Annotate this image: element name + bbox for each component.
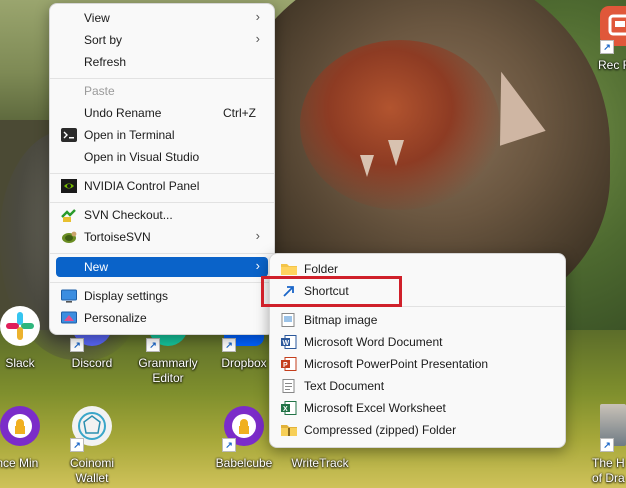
- desktop-icon-label: Rec R: [598, 58, 626, 72]
- menu-item-new[interactable]: New ›: [56, 257, 268, 277]
- desktop-icon-label: ance Min: [0, 456, 39, 470]
- svg-text:X: X: [283, 406, 288, 413]
- menu-item-label: Undo Rename: [84, 106, 162, 120]
- desktop-icon-label: The H of Dra: [592, 456, 625, 485]
- menu-item-open-in-visual-studio[interactable]: Open in Visual Studio: [56, 147, 268, 168]
- shortcut-arrow-icon: ↗: [70, 338, 84, 352]
- menu-item-sort-by[interactable]: Sort by ›: [56, 30, 268, 51]
- svn-checkout-icon: [61, 208, 77, 222]
- shortcut-arrow-icon: ↗: [600, 40, 614, 54]
- menu-separator: [50, 282, 274, 283]
- submenu-item-text-document[interactable]: Text Document: [276, 376, 559, 397]
- tortoisesvn-icon: [61, 230, 77, 244]
- menu-item-display-settings[interactable]: Display settings: [56, 286, 268, 307]
- zip-folder-icon: [281, 423, 297, 437]
- menu-item-label: Open in Visual Studio: [84, 150, 200, 164]
- chevron-right-icon: ›: [255, 258, 260, 273]
- chevron-right-icon: ›: [255, 31, 260, 46]
- wallpaper-tusk: [360, 155, 374, 177]
- menu-item-open-in-terminal[interactable]: Open in Terminal: [56, 125, 268, 146]
- submenu-item-label: Compressed (zipped) Folder: [304, 423, 457, 437]
- menu-item-undo-rename[interactable]: Undo Rename Ctrl+Z: [56, 103, 268, 124]
- menu-separator: [50, 173, 274, 174]
- menu-item-label: Refresh: [84, 55, 127, 69]
- slack-icon: [0, 306, 40, 346]
- menu-item-label: Paste: [84, 84, 115, 98]
- display-icon: [61, 289, 77, 303]
- balance-miner-icon: [0, 406, 40, 446]
- menu-item-shortcut: Ctrl+Z: [223, 106, 256, 120]
- chevron-right-icon: ›: [255, 228, 260, 243]
- shortcut-arrow-icon: ↗: [222, 338, 236, 352]
- menu-item-tortoisesvn[interactable]: TortoiseSVN ›: [56, 227, 268, 248]
- menu-item-label: SVN Checkout...: [84, 208, 173, 222]
- desktop-icon-label: Babelcube: [215, 456, 273, 470]
- submenu-item-excel-worksheet[interactable]: X Microsoft Excel Worksheet: [276, 398, 559, 419]
- submenu-item-label: Microsoft PowerPoint Presentation: [304, 357, 489, 371]
- shortcut-arrow-icon: ↗: [222, 438, 236, 452]
- terminal-icon: [61, 128, 77, 142]
- submenu-item-bitmap-image[interactable]: Bitmap image: [276, 310, 559, 331]
- word-icon: W: [281, 335, 297, 349]
- annotation-highlight-box: [261, 276, 402, 307]
- submenu-item-word-document[interactable]: W Microsoft Word Document: [276, 332, 559, 353]
- powerpoint-icon: P: [281, 357, 297, 371]
- shortcut-arrow-icon: ↗: [70, 438, 84, 452]
- shortcut-arrow-icon: ↗: [146, 338, 160, 352]
- submenu-item-label: Folder: [304, 262, 339, 276]
- svg-text:P: P: [283, 362, 288, 369]
- svg-text:W: W: [283, 340, 290, 347]
- menu-item-label: Open in Terminal: [84, 128, 175, 142]
- menu-separator: [50, 202, 274, 203]
- submenu-item-compressed-folder[interactable]: Compressed (zipped) Folder: [276, 420, 559, 441]
- excel-icon: X: [281, 401, 297, 415]
- bitmap-icon: [281, 313, 297, 327]
- menu-item-label: Personalize: [84, 311, 147, 325]
- folder-icon: [281, 262, 297, 276]
- submenu-item-label: Text Document: [304, 379, 385, 393]
- wallpaper-tusk: [388, 140, 404, 166]
- menu-item-refresh[interactable]: Refresh: [56, 52, 268, 73]
- submenu-item-powerpoint-presentation[interactable]: P Microsoft PowerPoint Presentation: [276, 354, 559, 375]
- menu-item-label: New: [84, 260, 109, 274]
- menu-item-label: View: [84, 11, 110, 25]
- submenu-item-label: Microsoft Excel Worksheet: [304, 401, 446, 415]
- submenu-item-label: Bitmap image: [304, 313, 378, 327]
- menu-item-label: NVIDIA Control Panel: [84, 179, 200, 193]
- desktop-icon-label: Discord: [71, 356, 113, 370]
- menu-separator: [50, 253, 274, 254]
- menu-item-svn-checkout[interactable]: SVN Checkout...: [56, 205, 268, 226]
- desktop-context-menu: View › Sort by › Refresh Paste Undo Rena…: [49, 3, 275, 335]
- wallpaper-creature-head: [300, 40, 500, 210]
- desktop-icon-label: Grammarly Editor: [138, 356, 198, 385]
- menu-item-label: Display settings: [84, 289, 169, 303]
- desktop-icon-label: Coinomi Wallet: [69, 456, 114, 485]
- personalize-icon: [61, 311, 77, 325]
- chevron-right-icon: ›: [255, 9, 260, 24]
- text-document-icon: [281, 379, 297, 393]
- menu-separator: [50, 78, 274, 79]
- menu-item-paste: Paste: [56, 81, 268, 102]
- submenu-item-label: Microsoft Word Document: [304, 335, 443, 349]
- desktop-icon-label: WriteTrack: [291, 456, 349, 470]
- desktop-icon-label: Slack: [5, 356, 35, 370]
- menu-item-personalize[interactable]: Personalize: [56, 308, 268, 329]
- menu-item-label: TortoiseSVN: [84, 230, 151, 244]
- shortcut-arrow-icon: ↗: [600, 438, 614, 452]
- menu-item-nvidia-control-panel[interactable]: NVIDIA Control Panel: [56, 176, 268, 197]
- nvidia-icon: [61, 179, 77, 193]
- menu-item-view[interactable]: View ›: [56, 8, 268, 29]
- menu-item-label: Sort by: [84, 33, 123, 47]
